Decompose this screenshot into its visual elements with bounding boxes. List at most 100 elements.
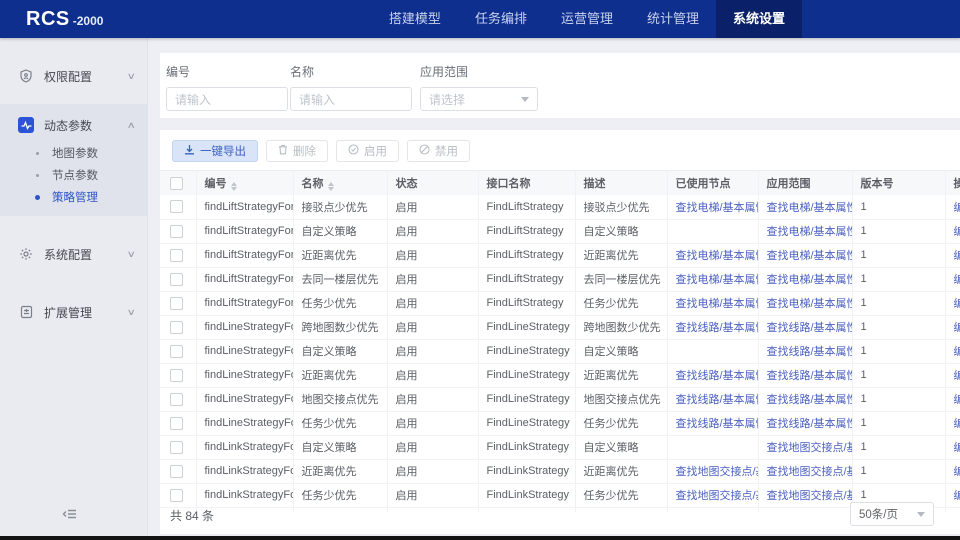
- cell-interface: FindLineStrategy: [478, 387, 575, 411]
- sidebar-item-permission-config[interactable]: 权限配置 ∨: [0, 56, 147, 96]
- sidebar-item-system-config[interactable]: 系统配置 ∨: [0, 234, 147, 274]
- used-nodes-link[interactable]: 查找电梯/基本属性/查找: [676, 250, 759, 262]
- sidebar-item-label: 动态参数: [44, 117, 128, 134]
- edit-link[interactable]: 编辑: [954, 442, 960, 454]
- filter-scope-select[interactable]: 请选择: [420, 87, 538, 111]
- cell-desc: 自定义策略: [575, 435, 667, 459]
- page-size-select[interactable]: 50条/页: [850, 502, 934, 526]
- filter-id-placeholder: 请输入: [175, 91, 211, 108]
- scope-link[interactable]: 查找线路/基本属性/查找: [767, 346, 853, 358]
- export-button-label: 一键导出: [200, 143, 246, 159]
- cell-status: 启用: [387, 291, 478, 315]
- sort-icon[interactable]: [328, 182, 334, 191]
- scope-link[interactable]: 查找线路/基本属性/查找: [767, 394, 853, 406]
- column-header-id[interactable]: 编号: [196, 171, 293, 195]
- nav-item-operations[interactable]: 运营管理: [544, 0, 630, 38]
- sidebar-subitem-map-params[interactable]: 地图参数: [0, 142, 147, 164]
- column-header-name[interactable]: 名称: [293, 171, 387, 195]
- table-toolbar: 一键导出 删除 启用 禁用: [160, 130, 960, 170]
- scope-link[interactable]: 查找电梯/基本属性/查找: [767, 250, 853, 262]
- sidebar-item-extension-management[interactable]: 扩展管理 ∨: [0, 292, 147, 332]
- nav-item-task-orchestration[interactable]: 任务编排: [458, 0, 544, 38]
- cell-name: 跨地图数少优先: [293, 315, 387, 339]
- sidebar-subitem-label: 地图参数: [52, 145, 98, 161]
- scope-link[interactable]: 查找地图交接点/基本属性: [767, 466, 853, 478]
- cell-interface: FindLiftStrategy: [478, 267, 575, 291]
- row-checkbox[interactable]: [170, 441, 183, 454]
- edit-link[interactable]: 编辑: [954, 274, 960, 286]
- row-checkbox[interactable]: [170, 393, 183, 406]
- row-checkbox[interactable]: [170, 321, 183, 334]
- trash-icon: [278, 144, 288, 158]
- used-nodes-link[interactable]: 查找电梯/基本属性/查找: [676, 202, 759, 214]
- row-checkbox[interactable]: [170, 465, 183, 478]
- sort-icon[interactable]: [231, 182, 237, 191]
- edit-link[interactable]: 编辑: [954, 202, 960, 214]
- cell-desc: 去同一楼层优先: [575, 267, 667, 291]
- nav-item-build-model[interactable]: 搭建模型: [372, 0, 458, 38]
- cell-interface: FindLiftStrategy: [478, 243, 575, 267]
- row-checkbox[interactable]: [170, 273, 183, 286]
- scope-link[interactable]: 查找线路/基本属性/查找: [767, 322, 853, 334]
- edit-link[interactable]: 编辑: [954, 322, 960, 334]
- row-checkbox[interactable]: [170, 225, 183, 238]
- used-nodes-link[interactable]: 查找线路/基本属性/查找: [676, 394, 759, 406]
- cell-desc: 地图交接点优先: [575, 387, 667, 411]
- activity-icon: [18, 117, 34, 133]
- row-checkbox[interactable]: [170, 249, 183, 262]
- edit-link[interactable]: 编辑: [954, 466, 960, 478]
- logo-text-main: RCS: [26, 0, 70, 38]
- export-button[interactable]: 一键导出: [172, 140, 258, 162]
- scope-link[interactable]: 查找电梯/基本属性/查找: [767, 202, 853, 214]
- column-header-used-nodes: 已使用节点: [667, 171, 758, 195]
- scope-link[interactable]: 查找线路/基本属性/查找: [767, 370, 853, 382]
- logo-text-sub: -2000: [73, 2, 104, 40]
- used-nodes-link[interactable]: 查找电梯/基本属性/查找: [676, 274, 759, 286]
- select-all-checkbox[interactable]: [170, 177, 183, 190]
- table-row: findLineStrategyFor... 地图交接点优先 启用 FindLi…: [160, 387, 960, 411]
- nav-item-system-settings[interactable]: 系统设置: [716, 0, 802, 38]
- used-nodes-link[interactable]: 查找线路/基本属性/查找: [676, 370, 759, 382]
- scope-link[interactable]: 查找电梯/基本属性/查找: [767, 298, 853, 310]
- row-checkbox[interactable]: [170, 369, 183, 382]
- scope-link[interactable]: 查找地图交接点/基本属性: [767, 442, 853, 454]
- delete-button[interactable]: 删除: [266, 140, 328, 162]
- sidebar-subitem-strategy-management[interactable]: 策略管理: [0, 186, 147, 208]
- edit-link[interactable]: 编辑: [954, 370, 960, 382]
- sidebar-collapse-icon[interactable]: [62, 507, 78, 526]
- row-checkbox[interactable]: [170, 200, 183, 213]
- nav-item-statistics[interactable]: 统计管理: [630, 0, 716, 38]
- sidebar-subitem-node-params[interactable]: 节点参数: [0, 164, 147, 186]
- edit-link[interactable]: 编辑: [954, 346, 960, 358]
- extension-icon: [18, 304, 34, 320]
- cell-version: 1: [852, 219, 945, 243]
- cell-version: 1: [852, 459, 945, 483]
- filter-name-input[interactable]: 请输入: [290, 87, 412, 111]
- used-nodes-link[interactable]: 查找线路/基本属性/查找: [676, 418, 759, 430]
- used-nodes-link[interactable]: 查找线路/基本属性/查找: [676, 322, 759, 334]
- disable-button[interactable]: 禁用: [407, 140, 470, 162]
- edit-link[interactable]: 编辑: [954, 394, 960, 406]
- enable-button[interactable]: 启用: [336, 140, 399, 162]
- edit-link[interactable]: 编辑: [954, 418, 960, 430]
- filter-id-input[interactable]: 请输入: [166, 87, 288, 111]
- cell-id: findLineStrategyForT...: [196, 411, 293, 435]
- page-size-value: 50条/页: [859, 506, 898, 522]
- cell-version: 1: [852, 363, 945, 387]
- row-checkbox[interactable]: [170, 297, 183, 310]
- cell-id: findLiftStrategyForC...: [196, 219, 293, 243]
- cell-desc: 接驳点少优先: [575, 195, 667, 219]
- scope-link[interactable]: 查找电梯/基本属性/查找: [767, 226, 853, 238]
- edit-link[interactable]: 编辑: [954, 226, 960, 238]
- row-checkbox[interactable]: [170, 345, 183, 358]
- sidebar-item-dynamic-params[interactable]: 动态参数 ∧: [0, 108, 147, 142]
- edit-link[interactable]: 编辑: [954, 298, 960, 310]
- edit-link[interactable]: 编辑: [954, 250, 960, 262]
- used-nodes-link[interactable]: 查找地图交接点/基本属性: [676, 466, 759, 478]
- scope-link[interactable]: 查找线路/基本属性/查找: [767, 418, 853, 430]
- cell-id: findLiftStrategyForC...: [196, 195, 293, 219]
- used-nodes-link[interactable]: 查找电梯/基本属性/查找: [676, 298, 759, 310]
- row-checkbox[interactable]: [170, 417, 183, 430]
- enable-button-label: 启用: [364, 143, 387, 159]
- scope-link[interactable]: 查找电梯/基本属性/查找: [767, 274, 853, 286]
